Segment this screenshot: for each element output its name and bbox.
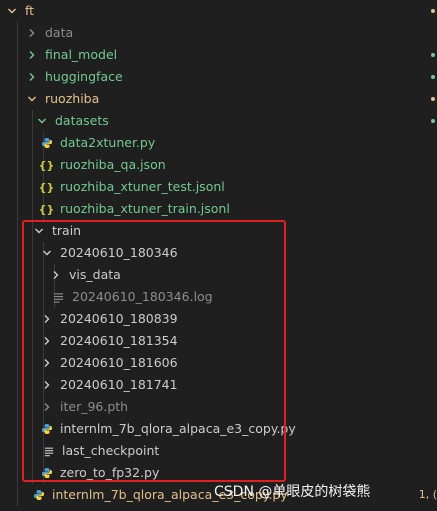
tree-item-ruozhiba[interactable]: ruozhiba <box>0 88 437 110</box>
chevron-down-icon <box>6 5 18 17</box>
json-file-icon: {} <box>38 158 55 172</box>
json-file-icon: {} <box>38 202 55 216</box>
json-file-icon: {} <box>38 180 55 194</box>
tree-item-datasets[interactable]: datasets <box>0 110 437 132</box>
tree-item-label: huggingface <box>45 69 123 84</box>
tree-item-label: final_model <box>45 47 118 62</box>
modified-dot <box>431 75 435 79</box>
chevron-down-icon <box>36 115 48 127</box>
tree-item-label: data <box>45 25 74 40</box>
tree-item-label: ruozhiba_qa.json <box>60 157 166 172</box>
tree-item-final-model[interactable]: final_model <box>0 44 437 66</box>
chevron-right-icon <box>26 27 38 39</box>
chevron-right-icon <box>26 49 38 61</box>
modified-dot <box>431 97 435 101</box>
tree-item-label: ruozhiba_xtuner_test.jsonl <box>60 179 225 194</box>
tree-item-ruozhiba-xtuner-train-jsonl[interactable]: {} ruozhiba_xtuner_train.jsonl <box>0 198 437 220</box>
tree-item-huggingface[interactable]: huggingface <box>0 66 437 88</box>
tree-item-data2xtuner-py[interactable]: data2xtuner.py <box>0 132 437 154</box>
python-file-icon <box>32 489 45 502</box>
modified-dot <box>431 9 435 13</box>
watermark: CSDN @单眼皮的树袋熊 <box>214 484 371 500</box>
tree-item-ruozhiba-qa-json[interactable]: {} ruozhiba_qa.json <box>0 154 437 176</box>
highlight-box <box>22 220 286 482</box>
tree-item-ruozhiba-xtuner-test-jsonl[interactable]: {} ruozhiba_xtuner_test.jsonl <box>0 176 437 198</box>
python-file-icon <box>40 137 53 150</box>
chevron-down-icon <box>26 93 38 105</box>
tree-item-label: ruozhiba_xtuner_train.jsonl <box>60 201 230 216</box>
modified-dot <box>431 53 435 57</box>
chevron-right-icon <box>26 71 38 83</box>
tree-item-label: ruozhiba <box>45 91 100 106</box>
tree-item-label: datasets <box>55 113 109 128</box>
modified-dot <box>431 119 435 123</box>
tree-item-ft[interactable]: ft <box>0 0 437 22</box>
tree-item-label: data2xtuner.py <box>60 135 156 150</box>
problem-count-partial: 1, ( <box>418 488 437 501</box>
tree-item-data[interactable]: data <box>0 22 437 44</box>
tree-item-label: ft <box>25 3 35 18</box>
